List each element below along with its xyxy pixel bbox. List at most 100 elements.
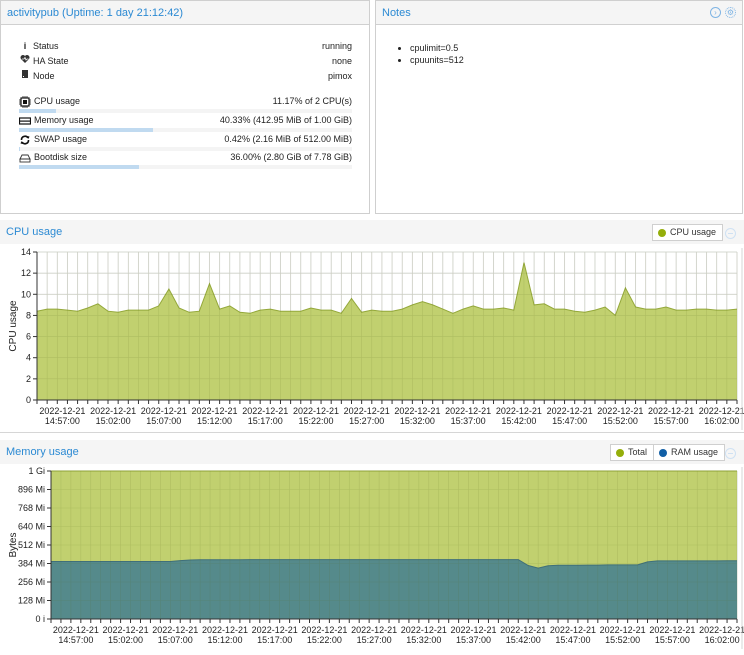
y-tick-label: 12 (21, 268, 31, 278)
memory-usage-chart-panel: Memory usage Total RAM usage 0 i 128 Mi 25… (0, 440, 744, 655)
legend-item-ram-usage[interactable]: RAM usage (653, 445, 724, 460)
x-tick-label-time: 15:02:00 (108, 635, 143, 645)
swap-usage-value: 0.42% (2.16 MiB of 512.00 MiB) (224, 134, 352, 144)
x-tick-label-date: 2022-12-21 (53, 625, 99, 635)
cpu-chart-header: CPU usage (0, 220, 744, 244)
cpu-usage-bar-fill (19, 109, 57, 113)
memory-usage-bar-fill (19, 128, 154, 132)
memory-usage-value: 40.33% (412.95 MiB of 1.00 GiB) (219, 115, 352, 125)
memory-usage-meter: Memory usage 40.33% (412.95 MiB of 1.00 … (18, 114, 352, 132)
x-tick-label-time: 15:07:00 (146, 416, 181, 426)
x-tick-label-time: 15:27:00 (357, 635, 392, 645)
notes-panel-header: Notes › ⚙ (376, 1, 742, 25)
x-tick-label-time: 14:57:00 (45, 416, 80, 426)
y-tick-label: 8 (26, 310, 31, 320)
notes-panel-title: Notes (382, 7, 411, 19)
status-label: Status (33, 41, 59, 51)
bootdisk-size-bar-fill (19, 165, 139, 169)
expand-circle-icon[interactable]: › (710, 7, 721, 18)
cpu-usage-chart-panel: CPU usage CPU usage 0 2 4 6 8 10 12 14 2022-12-2… (0, 220, 744, 433)
y-tick-label: 384 Mi (18, 559, 45, 569)
y-tick-label: 10 (21, 289, 31, 299)
status-value: running (321, 41, 352, 51)
x-tick-label-time: 15:57:00 (655, 635, 690, 645)
ha-state-label: HA State (33, 56, 69, 66)
ram-usage-area (51, 559, 737, 619)
x-tick-label-time: 14:57:00 (58, 635, 93, 645)
x-tick-label-time: 15:22:00 (307, 635, 342, 645)
x-tick-label-date: 2022-12-21 (293, 406, 339, 416)
notes-panel: Notes › ⚙ cpulimit=0.5 cpuunits=512 (375, 0, 743, 214)
x-tick-label-date: 2022-12-21 (451, 625, 497, 635)
x-tick-label-date: 2022-12-21 (344, 406, 390, 416)
x-tick-label-date: 2022-12-21 (500, 625, 546, 635)
node-label: Node (33, 71, 55, 81)
cpu-usage-value: 11.17% of 2 CPU(s) (272, 96, 352, 106)
y-axis-label: CPU usage (8, 300, 19, 352)
memory-usage-chart: 0 i 128 Mi 256 Mi 384 Mi 512 Mi 640 Mi 768 Mi 8… (8, 466, 744, 649)
legend-label: Total (628, 447, 648, 457)
cpu-usage-bar-track (19, 109, 352, 113)
x-tick-label-time: 15:42:00 (501, 416, 536, 426)
y-tick-label: 0 (26, 395, 31, 405)
ha-state-row: HA State none (19, 54, 352, 68)
x-tick-label-date: 2022-12-21 (699, 406, 744, 416)
server-icon (19, 69, 31, 83)
memory-usage-label: Memory usage (34, 115, 94, 125)
cpu-usage-label: CPU usage (34, 96, 81, 106)
x-tick-label-time: 15:37:00 (456, 635, 491, 645)
x-tick-label-time: 16:02:00 (705, 635, 740, 645)
x-tick-label-time: 15:47:00 (555, 635, 590, 645)
x-tick-label-date: 2022-12-21 (547, 406, 593, 416)
x-tick-label-date: 2022-12-21 (90, 406, 136, 416)
cpu-chip-icon (19, 96, 31, 108)
y-tick-label: 14 (21, 247, 31, 257)
hdd-icon (19, 152, 31, 164)
legend-item-cpu-usage[interactable]: CPU usage (653, 225, 722, 240)
notes-list: cpulimit=0.5 cpuunits=512 (406, 42, 464, 66)
x-tick-label-time: 15:42:00 (506, 635, 541, 645)
x-tick-label-date: 2022-12-21 (103, 625, 149, 635)
cpu-usage-chart: 024681012142022-12-2114:57:002022-12-211… (8, 247, 744, 430)
swap-usage-meter: SWAP usage 0.42% (2.16 MiB of 512.00 MiB… (19, 133, 352, 151)
x-tick-label-date: 2022-12-21 (202, 625, 248, 635)
x-tick-label-date: 2022-12-21 (600, 625, 646, 635)
x-tick-label-date: 2022-12-21 (39, 406, 85, 416)
x-tick-label-time: 15:52:00 (603, 416, 638, 426)
x-tick-label-date: 2022-12-21 (301, 625, 347, 635)
x-tick-label-time: 15:12:00 (197, 416, 232, 426)
y-tick-label: 128 Mi (18, 596, 45, 606)
y-tick-label: 640 Mi (18, 522, 45, 532)
y-tick-label: 1 Gi (28, 466, 45, 476)
info-icon: i (23, 41, 27, 51)
bootdisk-size-value: 36.00% (2.80 GiB of 7.78 GiB) (230, 152, 352, 162)
swap-usage-label: SWAP usage (34, 134, 88, 144)
collapse-icon[interactable] (725, 228, 736, 239)
memory-chart-legend: Total RAM usage (610, 444, 726, 461)
collapse-icon[interactable] (725, 448, 736, 459)
ha-state-value: none (331, 56, 352, 66)
legend-dot-green (616, 448, 624, 457)
cpu-chart-legend: CPU usage (652, 224, 724, 241)
node-row: Node pimox (19, 69, 352, 83)
heartbeat-icon (19, 54, 31, 68)
legend-item-total[interactable]: Total (611, 445, 653, 460)
x-tick-label-time: 15:02:00 (96, 416, 131, 426)
x-tick-label-date: 2022-12-21 (394, 406, 440, 416)
x-tick-label-date: 2022-12-21 (401, 625, 447, 635)
x-tick-label-time: 15:57:00 (654, 416, 689, 426)
note-item: cpulimit=0.5 (410, 42, 464, 54)
refresh-swap-icon (19, 134, 31, 146)
status-row: i Status running (19, 39, 352, 53)
legend-dot-green (658, 228, 666, 237)
y-tick-label: 2 (26, 374, 31, 384)
x-tick-label-time: 15:17:00 (248, 416, 283, 426)
gear-icon[interactable]: ⚙ (725, 7, 736, 18)
status-panel-header: activitypub (Uptime: 1 day 21:12:42) (1, 1, 369, 25)
y-tick-label: 512 Mi (18, 540, 45, 550)
x-tick-label-time: 15:22:00 (298, 416, 333, 426)
y-tick-label: 768 Mi (18, 503, 45, 513)
x-tick-label-time: 15:27:00 (349, 416, 384, 426)
node-value: pimox (327, 71, 352, 81)
y-tick-label: 4 (26, 353, 31, 363)
